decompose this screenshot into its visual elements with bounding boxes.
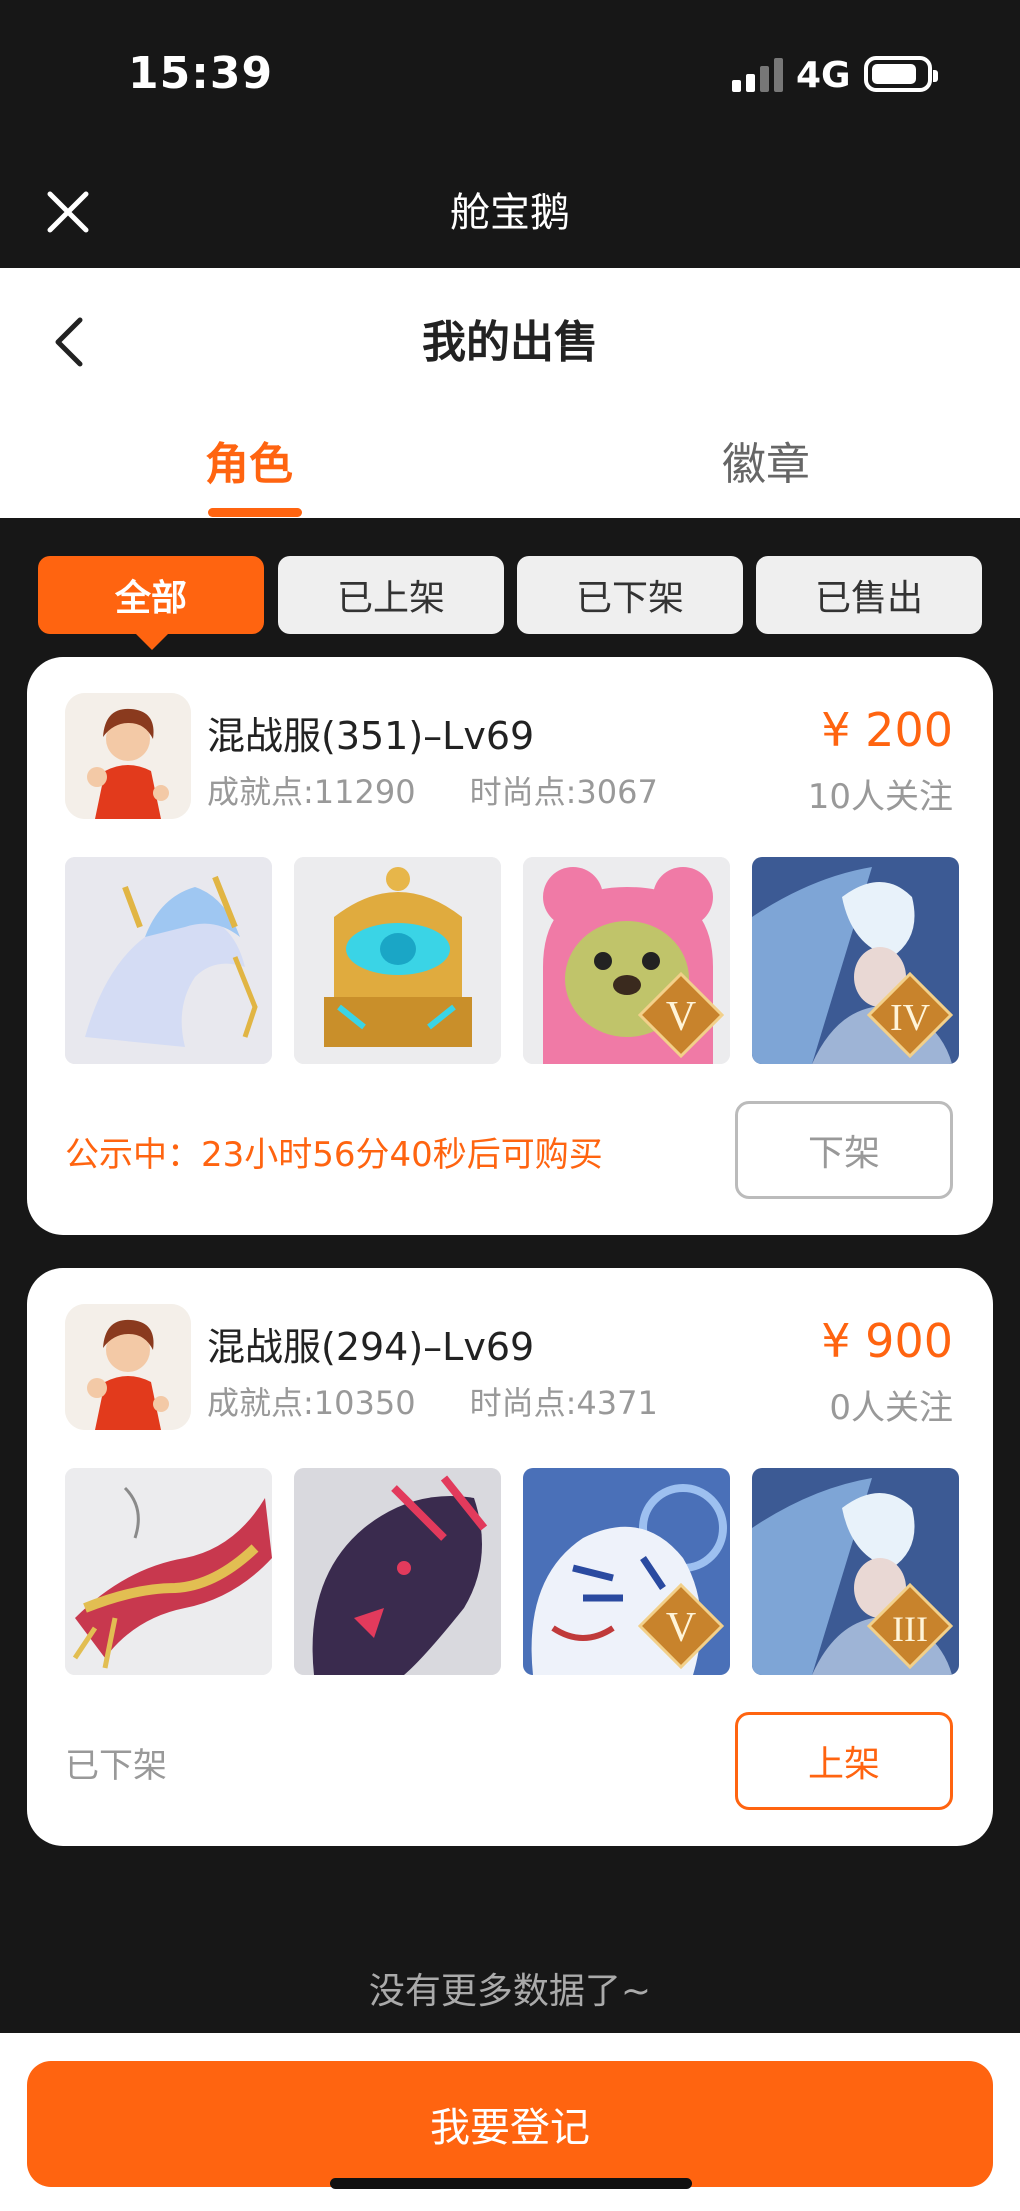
svg-text:III: III [892, 1609, 928, 1649]
filter-listed[interactable]: 已上架 [278, 556, 504, 634]
listing-card[interactable]: 混战服(351)–Lv69 成就点:11290 时尚点:3067 ¥ 200 10… [27, 657, 993, 1235]
white-qilin-mount-icon[interactable] [65, 857, 272, 1064]
page-title: 我的出售 [422, 317, 598, 368]
price: ¥ 200 [821, 703, 953, 757]
status-bar: 15:39 4G [0, 0, 1020, 150]
white-tiger-pet-icon[interactable]: V [523, 1468, 730, 1675]
fashion-points: 时尚点:4371 [469, 1384, 658, 1422]
tab-badge[interactable]: 徽章 [722, 428, 810, 492]
battery-icon [864, 56, 938, 92]
red-gold-dragon-icon[interactable] [65, 1468, 272, 1675]
item-thumbnails: V III [65, 1468, 959, 1676]
status-time: 15:39 [128, 48, 274, 99]
listing-status: 已下架 [65, 1746, 167, 1786]
rank-badge-icon: IV [867, 972, 953, 1058]
filter-sold[interactable]: 已售出 [756, 556, 982, 634]
filter-all[interactable]: 全部 [38, 556, 264, 650]
ice-wing-warrior-icon[interactable]: III [752, 1468, 959, 1675]
dark-dragon-icon[interactable] [294, 1468, 501, 1675]
svg-text:V: V [666, 994, 696, 1040]
item-thumbnails: V IV [65, 857, 959, 1065]
page-header: 我的出售 角色 徽章 [0, 268, 1020, 518]
network-type: 4G [796, 55, 851, 96]
rank-badge-icon: III [867, 1583, 953, 1669]
server-level: 混战服(351)–Lv69 [207, 714, 535, 758]
rank-badge-icon: V [638, 972, 724, 1058]
no-more-data-text: 没有更多数据了~ [368, 1971, 652, 2012]
server-level: 混战服(294)–Lv69 [207, 1325, 535, 1369]
active-tab-indicator [208, 508, 302, 517]
status-filter-bar: 全部 已上架 已下架 已售出 [38, 556, 982, 650]
character-avatar [65, 693, 191, 819]
ice-wing-warrior-icon[interactable]: IV [752, 857, 959, 1064]
signal-icon [732, 58, 784, 92]
filter-delisted[interactable]: 已下架 [517, 556, 743, 634]
price: ¥ 900 [821, 1314, 953, 1368]
miniapp-title: 舱宝鹅 [450, 190, 570, 236]
rank-badge-icon: V [638, 1583, 724, 1669]
register-button[interactable]: 我要登记 [27, 2061, 993, 2187]
listing-card[interactable]: 混战服(294)–Lv69 成就点:10350 时尚点:4371 ¥ 900 0人… [27, 1268, 993, 1846]
character-stats: 成就点:10350 时尚点:4371 [207, 1378, 712, 1424]
publicity-countdown: 公示中：23小时56分40秒后可购买 [65, 1135, 603, 1175]
svg-text:IV: IV [890, 997, 931, 1039]
character-avatar [65, 1304, 191, 1430]
follower-count: 10人关注 [807, 777, 953, 817]
achievement-points: 成就点:11290 [207, 773, 416, 811]
fashion-points: 时尚点:3067 [469, 773, 658, 811]
pink-bear-pet-icon[interactable]: V [523, 857, 730, 1064]
follower-count: 0人关注 [829, 1388, 953, 1428]
relist-button[interactable]: 上架 [735, 1712, 953, 1810]
delist-button[interactable]: 下架 [735, 1101, 953, 1199]
tab-role[interactable]: 角色 [205, 428, 293, 492]
character-stats: 成就点:11290 时尚点:3067 [207, 767, 712, 813]
golden-throne-icon[interactable] [294, 857, 501, 1064]
svg-text:V: V [666, 1605, 696, 1651]
home-indicator [330, 2178, 692, 2189]
achievement-points: 成就点:10350 [207, 1384, 416, 1422]
